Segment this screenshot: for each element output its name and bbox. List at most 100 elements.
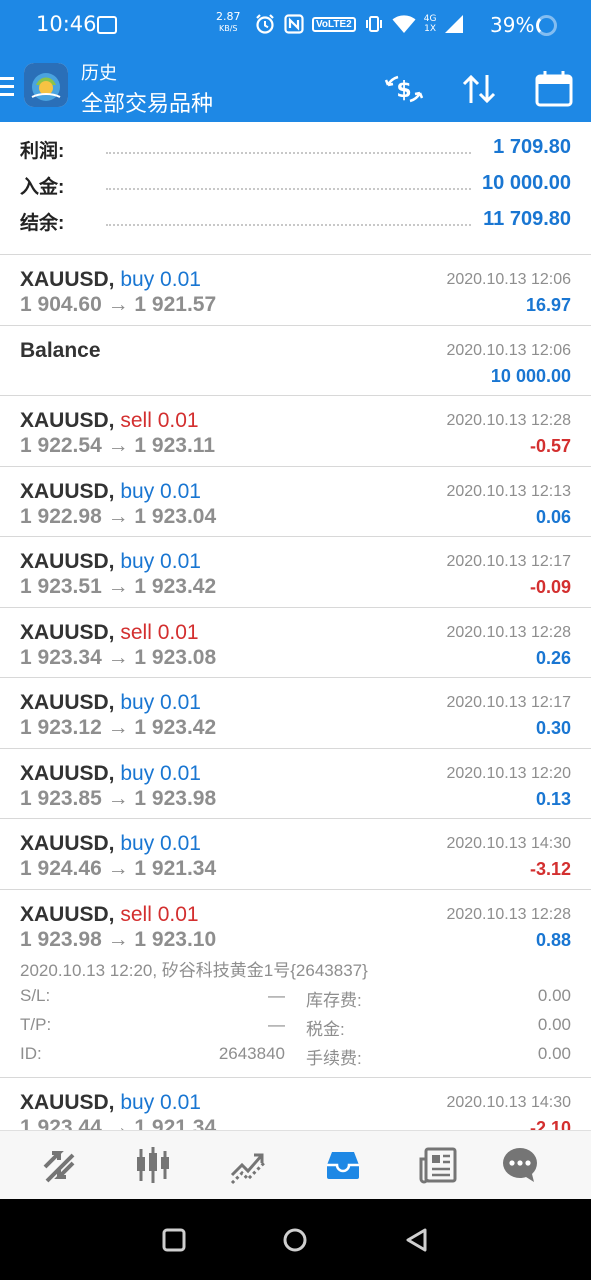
nav-chart[interactable]: [133, 1145, 173, 1185]
deal-row-expanded[interactable]: XAUUSD, sell 0.01 1 923.98 → 1 923.10 20…: [0, 890, 591, 1078]
deal-title: XAUUSD, sell 0.01: [20, 621, 199, 645]
wifi-icon: [392, 15, 416, 33]
nav-history[interactable]: [323, 1145, 363, 1185]
deal-row[interactable]: XAUUSD, buy 0.01 1 923.12 → 1 923.42 202…: [0, 678, 591, 749]
deal-time: 2020.10.13 12:13: [446, 482, 571, 500]
battery-percent: 39%: [490, 13, 535, 37]
deal-row[interactable]: XAUUSD, sell 0.01 1 922.54 → 1 923.11 20…: [0, 396, 591, 467]
deal-time: 2020.10.13 14:30: [446, 835, 571, 852]
deal-profit: 0.13: [535, 788, 571, 809]
deal-row[interactable]: XAUUSD, buy 0.01 1 923.85 → 1 923.98 202…: [0, 749, 591, 819]
calendar-button[interactable]: [534, 69, 574, 109]
home-button[interactable]: [282, 1227, 308, 1253]
network-speed-unit: KB/S: [218, 24, 238, 33]
deal-row[interactable]: XAUUSD, buy 0.01 1 923.44 → 1 921.34 202…: [0, 1078, 591, 1131]
deal-time: 2020.10.13 12:28: [446, 905, 571, 923]
status-bar: 10:46 2.87 KB/S VoLTE2 4G 1X 39%: [0, 0, 591, 52]
vibrate-icon: [365, 16, 382, 32]
cellular-signal-icon: [445, 15, 464, 33]
deal-prices: 1 924.46 → 1 921.34: [20, 857, 217, 880]
deal-profit: 16.97: [525, 295, 571, 315]
deal-prices: 1 923.98 → 1 923.10: [20, 927, 217, 951]
detail-row: S/L: — 库存费: 0.00: [20, 986, 571, 1015]
deal-row[interactable]: XAUUSD, buy 0.01 1 924.46 → 1 921.34 202…: [0, 819, 591, 890]
nav-quotes[interactable]: [39, 1145, 79, 1185]
deal-prices: 1 904.60 → 1 921.57: [20, 293, 217, 316]
currency-exchange-icon: $: [384, 75, 424, 103]
deal-prices: 1 922.54 → 1 923.11: [20, 434, 215, 457]
deal-list[interactable]: XAUUSD, buy 0.01 1 904.60 → 1 921.57 202…: [0, 254, 591, 1130]
deal-prices: 1 922.98 → 1 923.04: [20, 504, 217, 528]
deal-title: XAUUSD, buy 0.01: [20, 691, 201, 715]
deal-time: 2020.10.13 12:17: [446, 553, 571, 570]
deal-row[interactable]: Balance 2020.10.13 12:06 10 000.00: [0, 326, 591, 396]
chart-icon: [137, 1147, 169, 1183]
deal-symbol: XAUUSD,: [20, 409, 115, 432]
deal-row[interactable]: XAUUSD, sell 0.01 1 923.34 → 1 923.08 20…: [0, 608, 591, 678]
nav-chat[interactable]: [500, 1145, 540, 1185]
deal-title: XAUUSD, buy 0.01: [20, 832, 201, 856]
currency-exchange-button[interactable]: $: [384, 69, 424, 109]
app-bar: 历史 全部交易品种 $: [0, 52, 591, 122]
deal-type: buy 0.01: [120, 479, 201, 503]
fee-label: 手续费:: [306, 1048, 362, 1068]
balance-value: 11 709.80: [477, 208, 571, 231]
deal-profit: 0.30: [535, 718, 571, 738]
back-button[interactable]: [404, 1227, 430, 1253]
recents-icon: [162, 1228, 186, 1252]
profit-value: 1 709.80: [487, 136, 571, 159]
deposit-row: 入金: 10 000.00: [0, 166, 591, 202]
tax-label: 税金:: [306, 1019, 345, 1039]
deal-symbol: XAUUSD,: [20, 550, 115, 573]
home-icon: [283, 1228, 307, 1252]
deal-time: 2020.10.13 12:20: [446, 764, 571, 782]
deal-symbol: XAUUSD,: [20, 832, 115, 855]
back-icon: [406, 1228, 427, 1252]
symbol-filter[interactable]: 全部交易品种: [81, 86, 213, 118]
balance-label: 结余:: [20, 213, 65, 234]
deal-symbol: XAUUSD,: [20, 691, 115, 714]
balance-row: 结余: 11 709.80: [0, 202, 591, 238]
mobile-network-label: 4G 1X: [424, 14, 437, 34]
app-logo[interactable]: [24, 63, 68, 107]
fee-value: 0.00: [537, 1043, 571, 1063]
deal-title: XAUUSD, buy 0.01: [20, 550, 201, 574]
trade-icon: [230, 1153, 266, 1185]
deal-type: sell 0.01: [120, 902, 199, 926]
deal-profit: 10 000.00: [490, 365, 571, 386]
mobile-network-sub: 1X: [424, 24, 437, 34]
battery-icon: [536, 15, 557, 36]
calendar-icon: [535, 71, 573, 107]
deal-time: 2020.10.13 14:30: [446, 1093, 571, 1111]
nav-trade[interactable]: [228, 1145, 268, 1185]
deal-title: XAUUSD, buy 0.01: [20, 268, 201, 292]
recents-button[interactable]: [161, 1227, 187, 1253]
tax-value: 0.00: [537, 1014, 571, 1034]
network-speed-value: 2.87: [216, 10, 241, 23]
deal-profit: -0.09: [529, 577, 571, 597]
dotted-leader: [106, 152, 471, 154]
deal-time: 2020.10.13 12:28: [446, 412, 571, 429]
summary-panel: 利润: 1 709.80 入金: 10 000.00 结余: 11 709.80: [0, 130, 591, 238]
deal-profit: -3.12: [529, 859, 571, 879]
sort-button[interactable]: [459, 69, 499, 109]
volte-indicator: VoLTE2: [312, 16, 356, 32]
swap-value: 0.00: [537, 985, 571, 1005]
svg-text:$: $: [396, 78, 411, 103]
menu-icon[interactable]: [0, 77, 14, 97]
deal-profit: 0.06: [535, 506, 571, 527]
nav-news[interactable]: [418, 1145, 458, 1185]
deal-time: 2020.10.13 12:06: [446, 341, 571, 359]
deal-prices: 1 923.44 → 1 921.34: [20, 1115, 217, 1131]
deal-row[interactable]: XAUUSD, buy 0.01 1 904.60 → 1 921.57 202…: [0, 255, 591, 326]
deal-row[interactable]: XAUUSD, buy 0.01 1 922.98 → 1 923.04 202…: [0, 467, 591, 537]
deal-title: Balance: [20, 339, 101, 363]
sl-label: S/L:: [20, 985, 51, 1005]
deal-row[interactable]: XAUUSD, buy 0.01 1 923.51 → 1 923.42 202…: [0, 537, 591, 608]
deal-time: 2020.10.13 12:06: [446, 271, 571, 288]
deal-title: XAUUSD, sell 0.01: [20, 409, 199, 433]
deal-title: XAUUSD, buy 0.01: [20, 762, 201, 786]
history-icon: [327, 1152, 359, 1179]
deal-type: buy 0.01: [120, 761, 201, 785]
swap-label: 库存费:: [306, 990, 362, 1010]
